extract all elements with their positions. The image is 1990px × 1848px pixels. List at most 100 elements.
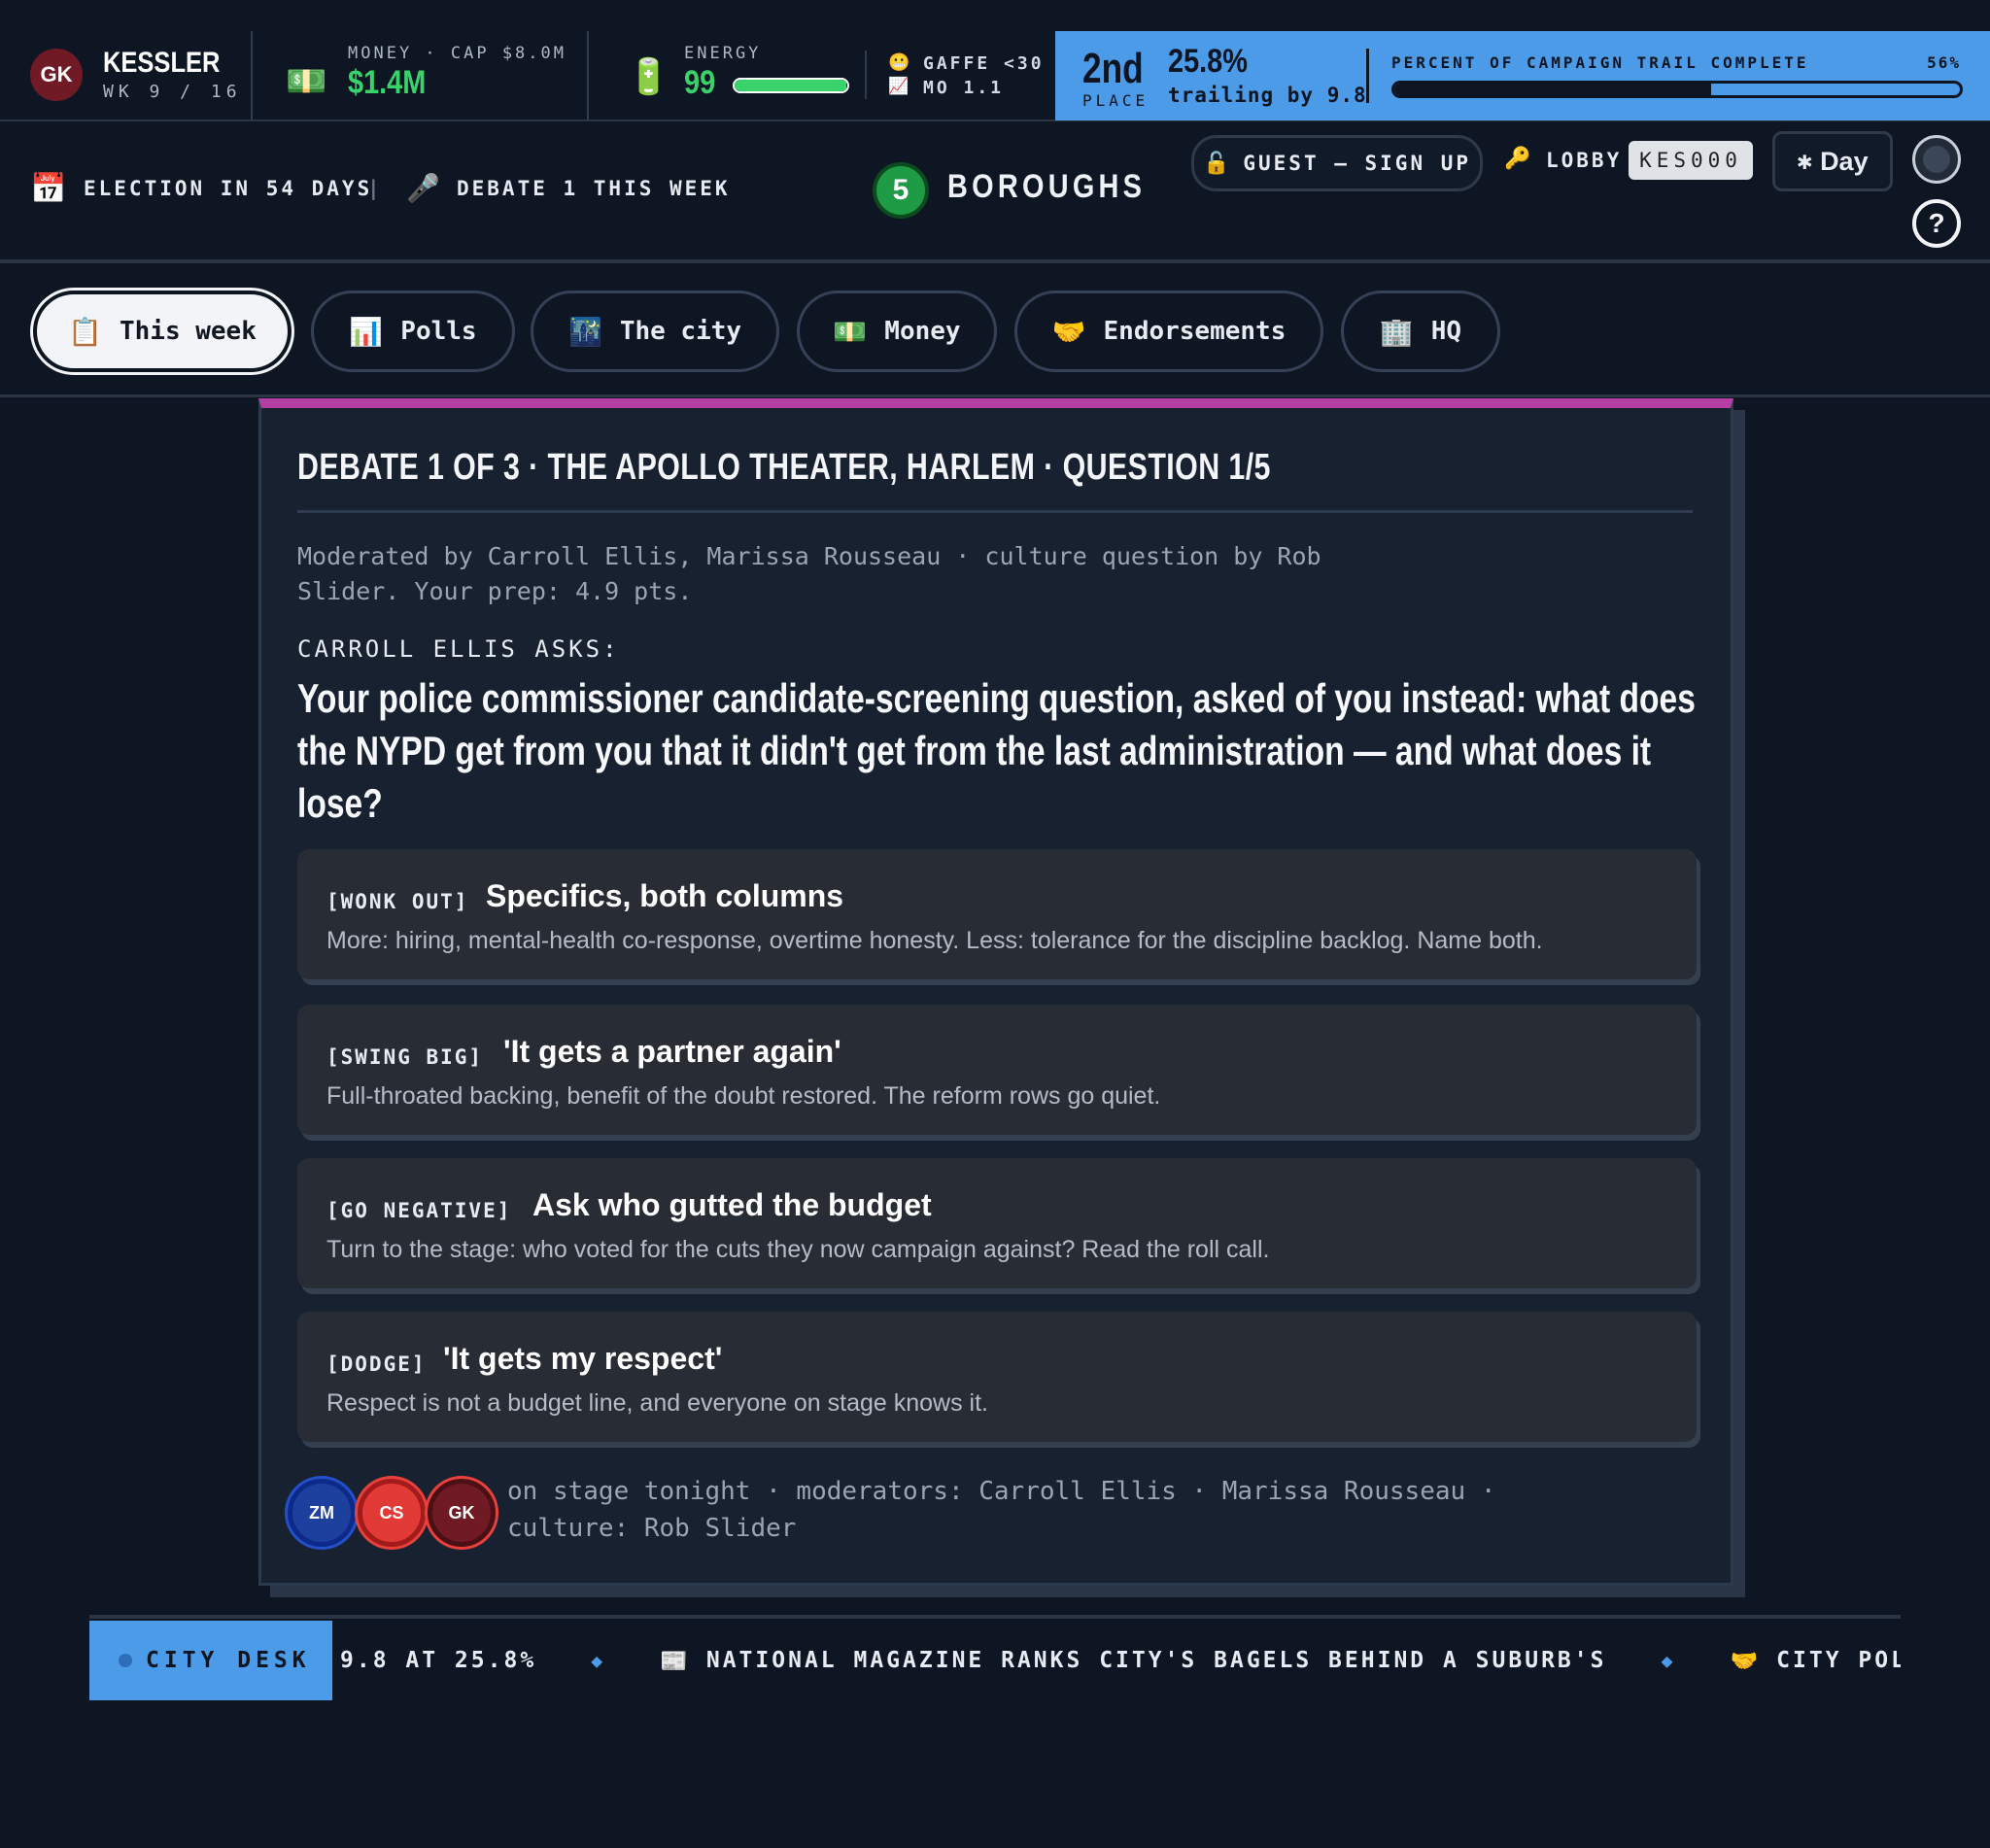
unlock-icon: 🔓	[1202, 151, 1230, 176]
diamond-icon: ◆	[591, 1649, 606, 1672]
momentum-text: MO 1.1	[923, 78, 1005, 98]
divider	[587, 31, 589, 120]
ticker-item: CITY POLICE BRO	[1776, 1648, 1901, 1673]
tab-label: HQ	[1430, 317, 1462, 346]
option-description: Turn to the stage: who voted for the cut…	[326, 1236, 1270, 1263]
divider	[251, 31, 253, 120]
ticker-label: CITY DESK	[89, 1621, 332, 1700]
divider	[865, 51, 867, 99]
city-icon: 🌃	[567, 315, 602, 348]
place-rank: 2nd	[1082, 45, 1144, 92]
status-bar: GK KESSLER WK 9 / 16 💵 MONEY · CAP $8.0M…	[0, 0, 1990, 121]
news-ticker: 9.8 AT 25.8% ◆ 📰 NATIONAL MAGAZINE RANKS…	[334, 1621, 1901, 1700]
debate-question: Your police commissioner candidate-scree…	[297, 672, 1697, 830]
live-dot-icon	[119, 1654, 132, 1667]
bar-chart-icon: 📊	[349, 315, 384, 348]
money-value: $1.4M	[348, 64, 427, 101]
gaffe-text: GAFFE <30	[923, 53, 1045, 74]
option-description: More: hiring, mental-health co-response,…	[326, 927, 1543, 954]
trailing-text: trailing by 9.8	[1168, 84, 1367, 107]
day-mode-label: Day	[1820, 146, 1869, 176]
option-description: Full-throated backing, benefit of the do…	[326, 1082, 1161, 1110]
option-tag: [DODGE]	[326, 1352, 427, 1376]
logo-badge: 5	[873, 162, 929, 219]
ticker-label-text: CITY DESK	[146, 1648, 311, 1673]
standing-panel: 2nd PLACE 25.8% trailing by 9.8 PERCENT …	[1055, 31, 1990, 120]
candidate-chip-cs: CS	[358, 1479, 426, 1547]
sun-icon: ✱	[1797, 147, 1813, 176]
answer-option-swing-big[interactable]: [SWING BIG] 'It gets a partner again' Fu…	[297, 1005, 1697, 1135]
option-title: 'It gets my respect'	[443, 1341, 723, 1376]
guest-signup-label: GUEST — SIGN UP	[1243, 152, 1472, 175]
stage-info: on stage tonight · moderators: Carroll E…	[507, 1477, 1496, 1543]
candidate-chip-gk: GK	[428, 1479, 496, 1547]
money-icon: 💵	[286, 62, 327, 101]
help-button[interactable]: ?	[1912, 199, 1961, 248]
tab-money[interactable]: 💵 Money	[797, 291, 997, 372]
place-label: PLACE	[1082, 91, 1149, 110]
asker-label: CARROLL ELLIS ASKS:	[297, 635, 620, 663]
tab-the-city[interactable]: 🌃 The city	[531, 291, 779, 372]
main-tabs: 📋 This week 📊 Polls 🌃 The city 💵 Money 🤝…	[0, 263, 1990, 397]
tab-hq[interactable]: 🏢 HQ	[1341, 291, 1500, 372]
diamond-icon: ◆	[1661, 1649, 1676, 1672]
option-tag: [GO NEGATIVE]	[326, 1199, 512, 1222]
trail-label: PERCENT OF CAMPAIGN TRAIL COMPLETE	[1391, 53, 1809, 72]
tab-this-week[interactable]: 📋 This week	[33, 291, 292, 372]
separator: |	[367, 177, 383, 200]
clipboard-icon: 📋	[68, 315, 102, 348]
option-title: 'It gets a partner again'	[503, 1034, 841, 1069]
tab-label: Polls	[400, 317, 477, 346]
account-icon	[1923, 146, 1950, 173]
week-counter: WK 9 / 16	[103, 82, 242, 102]
tab-label: The city	[619, 317, 742, 346]
guest-signup-button[interactable]: 🔓 GUEST — SIGN UP	[1191, 135, 1483, 191]
building-icon: 🏢	[1379, 315, 1414, 348]
calendar-icon: 📅	[30, 172, 67, 206]
battery-icon: 🔋	[627, 57, 670, 97]
divider	[297, 510, 1693, 513]
money-label: MONEY · CAP $8.0M	[348, 44, 566, 63]
tab-label: This week	[119, 317, 257, 346]
newspaper-icon: 📰	[660, 1648, 691, 1674]
vote-percent: 25.8%	[1168, 43, 1248, 80]
option-tag: [WONK OUT]	[326, 890, 469, 913]
debate-question-text: Your police commissioner candidate-scree…	[297, 675, 1696, 826]
ticker-item: NATIONAL MAGAZINE RANKS CITY'S BAGELS BE…	[705, 1648, 1607, 1673]
debate-meta: Moderated by Carroll Ellis, Marissa Rous…	[297, 542, 1321, 605]
energy-fill	[735, 80, 846, 91]
lobby-code[interactable]: KES000	[1629, 141, 1753, 180]
option-title: Specifics, both columns	[486, 878, 844, 913]
key-icon: 🔑	[1504, 147, 1531, 171]
chart-icon: 📈	[888, 77, 909, 96]
player-name: KESSLER	[103, 47, 221, 79]
divider	[89, 1615, 1901, 1619]
face-icon: 😬	[888, 52, 910, 73]
logo-text: BOROUGHS	[947, 168, 1147, 205]
tab-label: Money	[884, 317, 961, 346]
handshake-icon: 🤝	[1730, 1648, 1762, 1674]
ticker-item: 9.8 AT 25.8%	[340, 1648, 537, 1673]
campaign-header: 📅 ELECTION IN 54 DAYS | 🎤 DEBATE 1 THIS …	[0, 121, 1990, 263]
tab-polls[interactable]: 📊 Polls	[311, 291, 515, 372]
election-countdown: ELECTION IN 54 DAYS	[84, 177, 373, 200]
tab-endorsements[interactable]: 🤝 Endorsements	[1014, 291, 1323, 372]
divider	[1366, 49, 1369, 103]
candidate-chip-zm: ZM	[288, 1479, 356, 1547]
trail-progress-fill	[1394, 84, 1711, 95]
tab-label: Endorsements	[1103, 317, 1287, 346]
debate-notice: DEBATE 1 THIS WEEK	[457, 177, 731, 200]
energy-label: ENERGY	[684, 44, 762, 63]
energy-value: 99	[684, 64, 716, 101]
microphone-icon: 🎤	[406, 172, 440, 204]
answer-option-dodge[interactable]: [DODGE] 'It gets my respect' Respect is …	[297, 1312, 1697, 1442]
answer-option-go-negative[interactable]: [GO NEGATIVE] Ask who gutted the budget …	[297, 1158, 1697, 1288]
account-button[interactable]	[1912, 135, 1961, 184]
player-avatar: GK	[30, 49, 83, 101]
answer-option-wonk-out[interactable]: [WONK OUT] Specifics, both columns More:…	[297, 849, 1697, 979]
option-tag: [SWING BIG]	[326, 1045, 484, 1069]
handshake-icon: 🤝	[1051, 315, 1086, 348]
option-title: Ask who gutted the budget	[532, 1187, 932, 1222]
option-description: Respect is not a budget line, and everyo…	[326, 1389, 988, 1417]
day-mode-toggle[interactable]: ✱ Day	[1772, 131, 1893, 191]
